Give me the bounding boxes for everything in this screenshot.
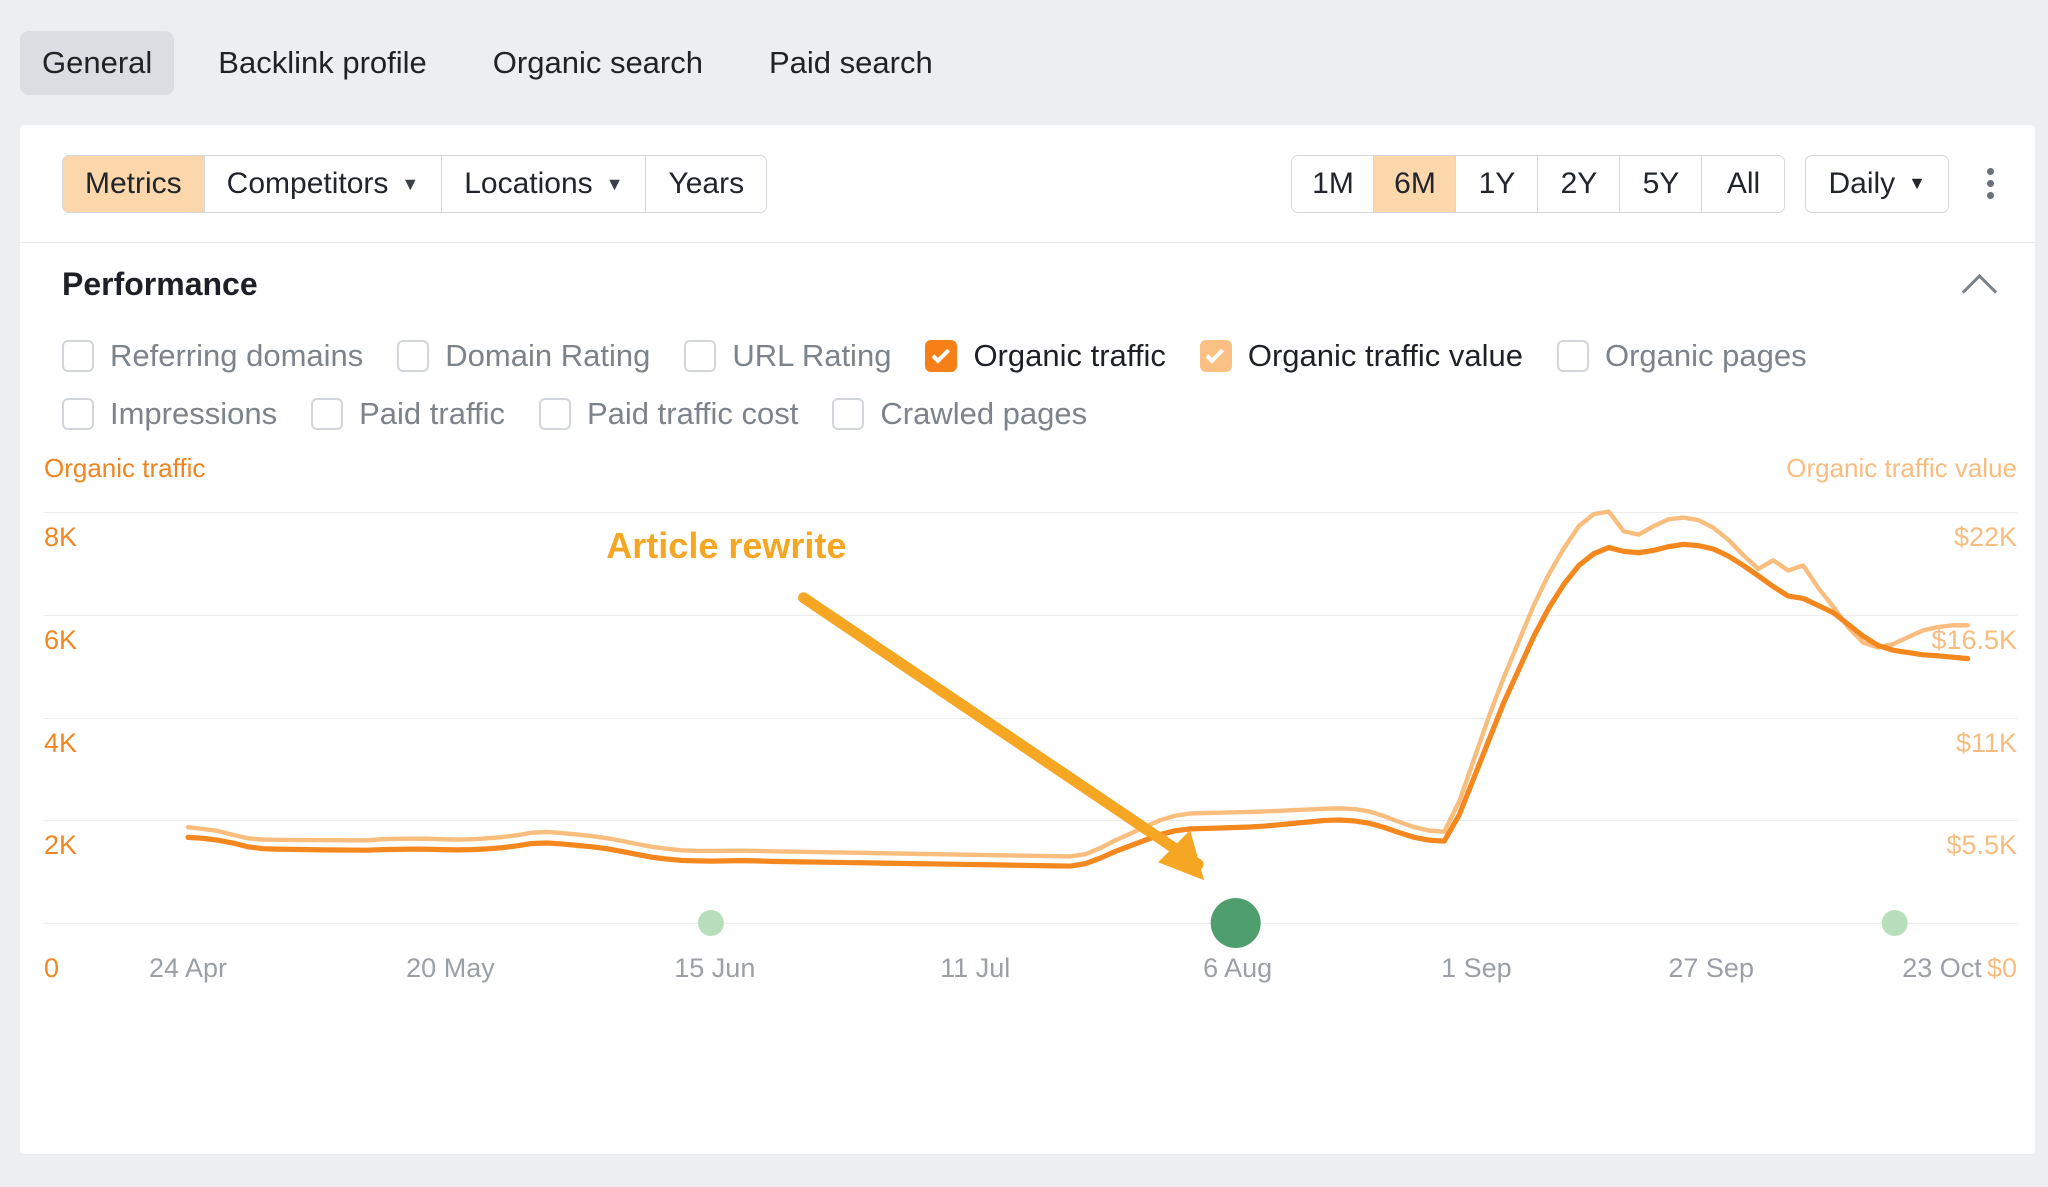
left-axis-title: Organic traffic (44, 453, 206, 483)
page-title: Performance (62, 265, 258, 302)
checkbox-url-rating[interactable]: URL Rating (684, 338, 891, 374)
range-2y[interactable]: 2Y (1538, 155, 1621, 212)
view-segmented-control: Metrics Competitors ▼ Locations ▼ Years (62, 154, 768, 213)
x-tick: 1 Sep (1441, 953, 1512, 983)
metric-checkbox-row-1: Referring domains Domain Rating URL Rati… (20, 329, 2035, 383)
chart-event-marker-small[interactable] (1881, 910, 1908, 936)
checkbox-box[interactable] (62, 398, 94, 430)
range-controls: 1M 6M 1Y 2Y 5Y All Daily ▼ (1291, 154, 2013, 213)
checkbox-label: Referring domains (110, 338, 364, 373)
range-1m[interactable]: 1M (1292, 155, 1375, 212)
range-1y[interactable]: 1Y (1456, 155, 1539, 212)
checkbox-domain-rating[interactable]: Domain Rating (397, 338, 650, 374)
checkbox-organic-traffic[interactable]: Organic traffic (925, 338, 1166, 374)
checkbox-paid-traffic-cost[interactable]: Paid traffic cost (539, 396, 798, 432)
range-all[interactable]: All (1702, 155, 1785, 212)
kebab-dot (1986, 180, 1994, 187)
checkbox-label: Organic pages (1604, 338, 1807, 373)
chevron-down-icon: ▼ (1908, 173, 1926, 193)
kebab-dot (1986, 192, 1994, 199)
annotation-article-rewrite: Article rewrite (606, 524, 847, 566)
range-5y[interactable]: 5Y (1620, 155, 1703, 212)
checkbox-box[interactable] (1556, 340, 1589, 372)
x-tick: 20 May (406, 953, 495, 983)
chevron-down-icon: ▼ (605, 173, 624, 194)
granularity-dropdown[interactable]: Daily ▼ (1805, 154, 1949, 213)
date-range-segmented-control: 1M 6M 1Y 2Y 5Y All (1291, 154, 1786, 213)
x-tick: 27 Sep (1668, 953, 1754, 983)
tab-paid-search[interactable]: Paid search (747, 31, 955, 95)
checkbox-paid-traffic[interactable]: Paid traffic (311, 396, 505, 432)
checkbox-organic-pages[interactable]: Organic pages (1556, 338, 1807, 374)
checkbox-label: Organic traffic (973, 338, 1166, 373)
checkbox-referring-domains[interactable]: Referring domains (62, 338, 363, 374)
checkbox-label: Organic traffic value (1247, 338, 1523, 373)
granularity-label: Daily (1828, 166, 1896, 200)
x-tick: 15 Jun (674, 953, 756, 983)
chevron-up-icon[interactable] (1965, 269, 1995, 299)
kebab-menu-icon[interactable] (1975, 155, 2005, 213)
checkbox-label: Domain Rating (445, 338, 651, 373)
seg-competitors-label: Competitors (226, 166, 389, 200)
tab-backlink-profile[interactable]: Backlink profile (196, 31, 448, 95)
checkbox-impressions[interactable]: Impressions (62, 396, 277, 432)
check-icon (1205, 344, 1225, 364)
checkbox-box[interactable] (539, 398, 571, 430)
top-tab-bar: General Backlink profile Organic search … (0, 0, 2048, 125)
chart-overlay (697, 592, 1908, 948)
checkbox-box[interactable] (397, 340, 430, 372)
seg-competitors[interactable]: Competitors ▼ (204, 155, 443, 212)
chart-toolbar: Metrics Competitors ▼ Locations ▼ Years … (20, 125, 2035, 243)
x-tick: 6 Aug (1203, 953, 1273, 983)
seg-years-label: Years (668, 166, 745, 200)
seg-locations-label: Locations (464, 166, 593, 200)
left-axis-zero-label: 0 (44, 953, 60, 983)
checkbox-box[interactable] (832, 398, 865, 430)
seg-metrics-label: Metrics (85, 166, 182, 200)
chart-event-marker-small[interactable] (697, 910, 724, 936)
performance-header: Performance (20, 243, 2035, 325)
tab-organic-search[interactable]: Organic search (471, 31, 725, 95)
range-6m[interactable]: 6M (1374, 155, 1457, 212)
checkbox-label: Paid traffic cost (587, 396, 799, 431)
performance-card: Metrics Competitors ▼ Locations ▼ Years … (20, 125, 2035, 1155)
kebab-dot (1986, 168, 1994, 175)
seg-years[interactable]: Years (646, 155, 767, 212)
annotation-arrow-shaft (798, 592, 1204, 870)
checkbox-label: Paid traffic (359, 396, 505, 431)
card-bottom-divider (20, 1154, 2035, 1155)
checkbox-box[interactable] (1199, 340, 1232, 372)
checkbox-box[interactable] (925, 340, 958, 372)
checkbox-box[interactable] (311, 398, 344, 430)
seg-metrics[interactable]: Metrics (63, 155, 205, 212)
checkbox-label: Impressions (110, 396, 278, 431)
checkbox-box[interactable] (62, 340, 94, 372)
checkbox-label: URL Rating (732, 338, 892, 373)
view-selector-group: Metrics Competitors ▼ Locations ▼ Years (62, 154, 768, 213)
metric-checkbox-row-2: Impressions Paid traffic Paid traffic co… (20, 387, 2035, 441)
checkbox-label: Crawled pages (880, 396, 1088, 431)
chart-event-marker-large[interactable] (1210, 898, 1261, 948)
tab-general[interactable]: General (20, 30, 175, 95)
checkbox-box[interactable] (684, 340, 717, 372)
checkbox-organic-traffic-value[interactable]: Organic traffic value (1199, 338, 1523, 374)
x-tick: 23 Oct (1902, 953, 1982, 983)
chevron-down-icon: ▼ (401, 173, 420, 194)
x-tick: 11 Jul (940, 953, 1011, 983)
check-icon (931, 344, 950, 364)
right-axis-title: Organic traffic value (1786, 453, 2017, 483)
plot-area: 2K $5.5K 4K $11K 6K $16.5K 8K $22K Article rewr… (44, 501, 2017, 948)
performance-chart: Organic traffic Organic traffic value 2K… (20, 453, 2035, 993)
right-axis-zero-label: $0 (1986, 953, 2017, 983)
checkbox-crawled-pages[interactable]: Crawled pages (832, 396, 1087, 432)
seg-locations[interactable]: Locations ▼ (442, 155, 647, 212)
x-tick: 24 Apr (148, 953, 228, 983)
x-axis: 0 $0 24 Apr 20 May 15 Jun 11 Jul 6 Aug 1 Sep 2… (44, 953, 2017, 993)
